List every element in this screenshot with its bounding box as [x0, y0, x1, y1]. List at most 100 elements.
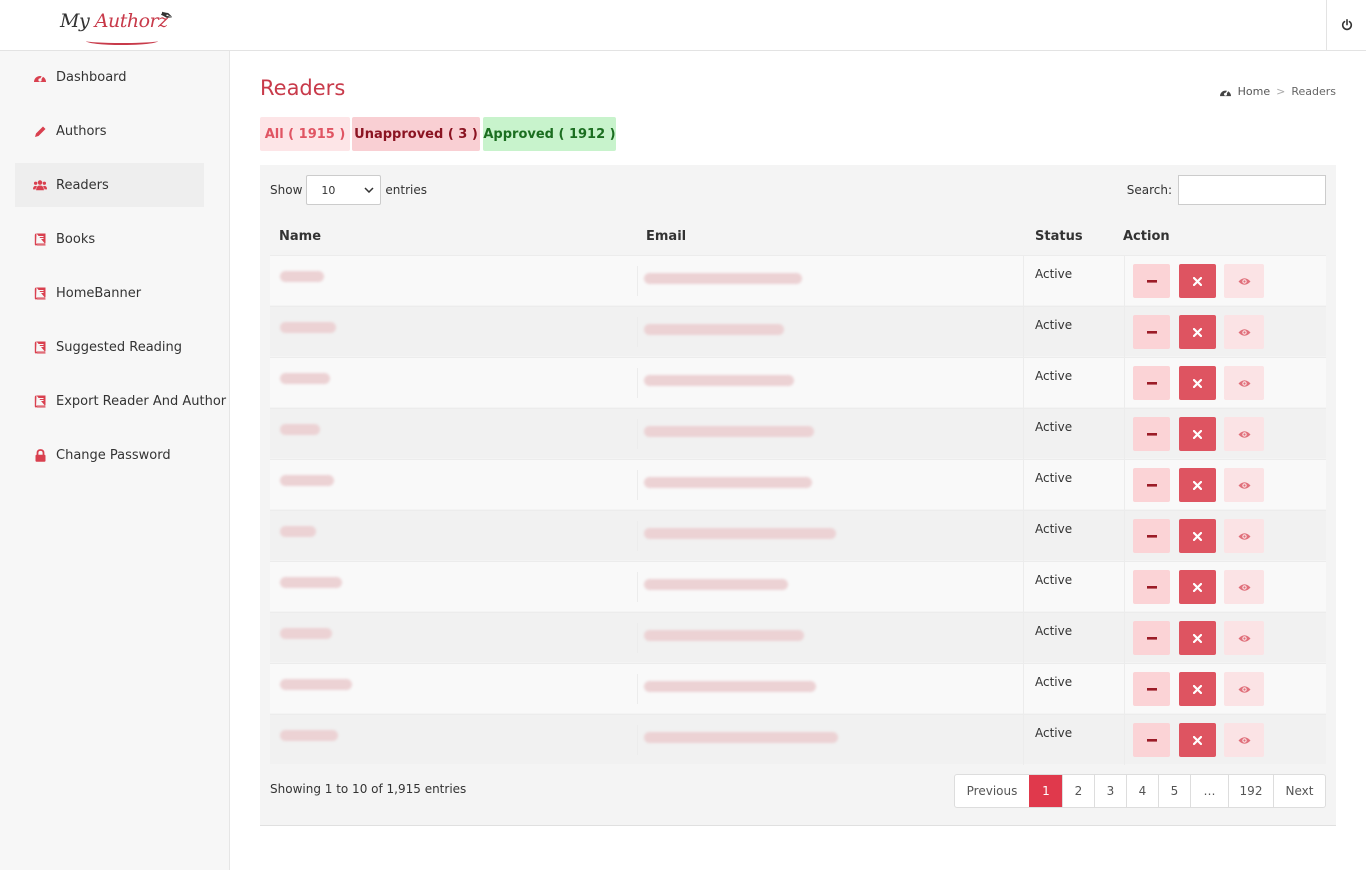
disapprove-button[interactable] — [1133, 621, 1170, 655]
disapprove-button[interactable] — [1133, 519, 1170, 553]
table-row: Active — [270, 255, 1326, 306]
eye-icon — [1238, 736, 1250, 744]
eye-icon — [1238, 583, 1250, 591]
delete-button[interactable] — [1179, 468, 1216, 502]
view-button[interactable] — [1224, 570, 1264, 604]
minus-icon — [1146, 738, 1157, 742]
tab-all[interactable]: All ( 1915 ) — [260, 117, 350, 151]
redacted-name — [280, 679, 352, 690]
column-header-status[interactable]: Status — [1035, 229, 1083, 244]
search-label: Search: — [1126, 183, 1172, 197]
action-cell-divider — [1124, 358, 1125, 408]
logo[interactable]: My Authorz ✒ — [60, 4, 176, 48]
reader-email-cell — [638, 256, 1024, 306]
view-button[interactable] — [1224, 468, 1264, 502]
show-label: Show — [270, 183, 303, 197]
close-icon — [1193, 684, 1202, 694]
logo-text: My Authorz — [60, 10, 168, 32]
dashboard-icon — [1219, 89, 1231, 97]
top-bar: My Authorz ✒ — [0, 0, 1366, 51]
disapprove-button[interactable] — [1133, 723, 1170, 757]
table-row: Active — [270, 612, 1326, 663]
disapprove-button[interactable] — [1133, 366, 1170, 400]
logo-word-my: My — [60, 10, 90, 32]
reader-name-cell — [278, 623, 638, 653]
sidebar-item-suggested-reading[interactable]: Suggested Reading — [15, 325, 204, 369]
view-button[interactable] — [1224, 315, 1264, 349]
reader-email-cell — [638, 460, 1024, 510]
table-row: Active — [270, 510, 1326, 561]
view-button[interactable] — [1224, 366, 1264, 400]
redacted-name — [280, 322, 336, 333]
view-button[interactable] — [1224, 417, 1264, 451]
logo-swoosh — [86, 37, 158, 45]
delete-button[interactable] — [1179, 570, 1216, 604]
pagination-page-5[interactable]: 5 — [1158, 775, 1190, 807]
view-button[interactable] — [1224, 264, 1264, 298]
search-input[interactable] — [1178, 175, 1326, 205]
sidebar-item-dashboard[interactable]: Dashboard — [15, 55, 204, 99]
sidebar-item-homebanner[interactable]: HomeBanner — [15, 271, 204, 315]
readers-table-panel: Show 10 entries Search: Name Email Statu… — [260, 165, 1336, 826]
breadcrumb-home-link[interactable]: Home — [1238, 85, 1270, 98]
delete-button[interactable] — [1179, 672, 1216, 706]
pagination-page-3[interactable]: 3 — [1094, 775, 1126, 807]
entries-select[interactable]: 10 — [306, 175, 382, 205]
tab-approved[interactable]: Approved ( 1912 ) — [483, 117, 616, 151]
redacted-name — [280, 526, 316, 537]
action-cell-divider — [1124, 511, 1125, 561]
delete-button[interactable] — [1179, 723, 1216, 757]
sidebar-item-label: Readers — [56, 177, 109, 193]
column-header-name[interactable]: Name — [279, 229, 321, 244]
status-text: Active — [1035, 522, 1073, 536]
sidebar-item-export-reader-and-author[interactable]: Export Reader And Author — [15, 379, 226, 423]
view-button[interactable] — [1224, 672, 1264, 706]
breadcrumb: Home > Readers — [1219, 85, 1336, 98]
view-button[interactable] — [1224, 621, 1264, 655]
sidebar-item-readers[interactable]: Readers — [15, 163, 204, 207]
disapprove-button[interactable] — [1133, 672, 1170, 706]
delete-button[interactable] — [1179, 315, 1216, 349]
redacted-email — [644, 681, 816, 692]
reader-email-cell — [638, 613, 1024, 663]
reader-name-cell — [278, 317, 638, 347]
disapprove-button[interactable] — [1133, 417, 1170, 451]
table-row: Active — [270, 357, 1326, 408]
delete-button[interactable] — [1179, 417, 1216, 451]
pagination-next[interactable]: Next — [1273, 775, 1325, 807]
disapprove-button[interactable] — [1133, 570, 1170, 604]
delete-button[interactable] — [1179, 519, 1216, 553]
sidebar-item-label: Dashboard — [56, 69, 127, 85]
pagination-page-2[interactable]: 2 — [1062, 775, 1094, 807]
status-text: Active — [1035, 369, 1073, 383]
pagination-page-1[interactable]: 1 — [1029, 775, 1062, 807]
eye-icon — [1238, 277, 1250, 285]
disapprove-button[interactable] — [1133, 315, 1170, 349]
logout-button[interactable] — [1326, 0, 1366, 50]
table-row: Active — [270, 459, 1326, 510]
column-header-email[interactable]: Email — [646, 229, 686, 244]
pagination-ellipsis: … — [1190, 775, 1228, 807]
pagination-previous[interactable]: Previous — [955, 775, 1029, 807]
action-cell-divider — [1124, 664, 1125, 714]
view-button[interactable] — [1224, 723, 1264, 757]
tab-unapproved[interactable]: Unapproved ( 3 ) — [352, 117, 480, 151]
delete-button[interactable] — [1179, 621, 1216, 655]
view-button[interactable] — [1224, 519, 1264, 553]
delete-button[interactable] — [1179, 264, 1216, 298]
disapprove-button[interactable] — [1133, 468, 1170, 502]
minus-icon — [1146, 585, 1157, 589]
sidebar-item-books[interactable]: Books — [15, 217, 204, 261]
pagination-page-4[interactable]: 4 — [1126, 775, 1158, 807]
eye-icon — [1238, 328, 1250, 336]
minus-icon — [1146, 330, 1157, 334]
sidebar-item-change-password[interactable]: Change Password — [15, 433, 204, 477]
delete-button[interactable] — [1179, 366, 1216, 400]
table-row: Active — [270, 306, 1326, 357]
reader-name-cell — [278, 368, 638, 398]
disapprove-button[interactable] — [1133, 264, 1170, 298]
sidebar-item-authors[interactable]: Authors — [15, 109, 204, 153]
table-row: Active — [270, 714, 1326, 765]
pagination-page-192[interactable]: 192 — [1228, 775, 1273, 807]
book-icon — [33, 232, 47, 246]
